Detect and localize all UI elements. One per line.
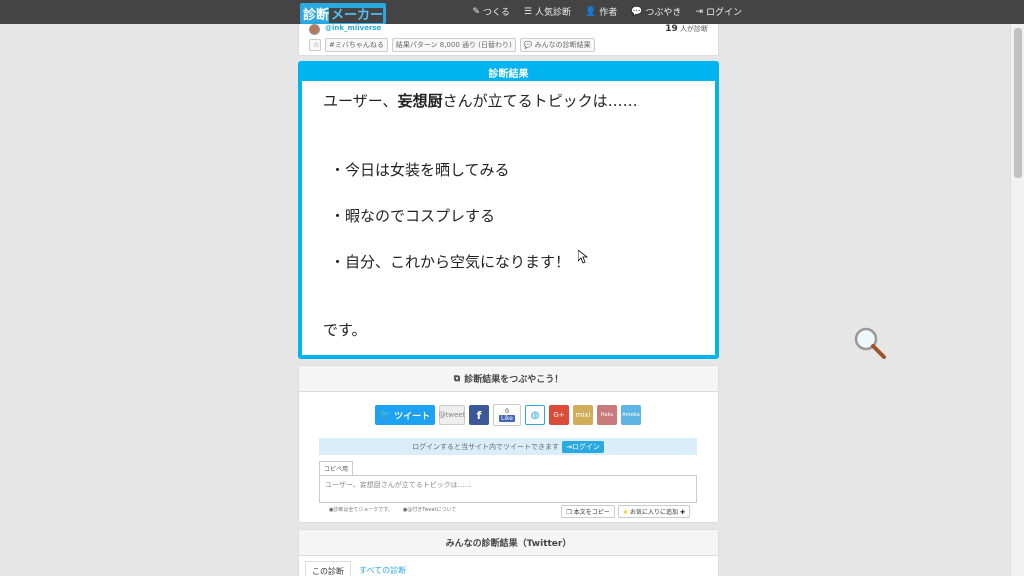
nav-item-author[interactable]: 👤 作者 xyxy=(584,5,618,19)
count-suffix: 人が診断 xyxy=(680,25,708,33)
like-count: 0 xyxy=(505,408,509,415)
copy-textarea[interactable] xyxy=(319,475,697,503)
share-header: ⧉ 診断結果をつぶやこう！ xyxy=(299,366,718,392)
list-icon: ☰ xyxy=(523,6,532,17)
login-button[interactable]: ⇥ログイン xyxy=(562,440,604,453)
result-item-3: ・自分、これから空気になります！ xyxy=(330,253,571,271)
tab-all-diagnoses[interactable]: すべての診断 xyxy=(353,561,412,576)
share-header-text: 診断結果をつぶやこう！ xyxy=(464,375,564,385)
twitter-bird-icon: 🐦 xyxy=(379,410,392,420)
intro-suffix: さんが立てるトピックは…… xyxy=(442,92,638,110)
like-label: Like xyxy=(499,415,515,422)
result-item-2: ・暇なのでコスプレする xyxy=(330,207,496,225)
line-share-button[interactable]: ◍ xyxy=(525,405,545,425)
logo-text-main: 診断 xyxy=(303,8,330,23)
tweet-label: ツイート xyxy=(394,411,431,422)
intro-prefix: ユーザー、 xyxy=(323,92,398,110)
copy-tab[interactable]: コピペ用 xyxy=(319,461,354,475)
joke-note[interactable]: ●診断は全てジョークです。 xyxy=(329,506,393,513)
avatar[interactable] xyxy=(309,24,320,35)
scrollbar-thumb[interactable] xyxy=(1014,28,1022,178)
share-icon: ⧉ xyxy=(453,373,461,384)
result-content: ユーザー、妄想厨さんが立てるトピックは…… ・今日は女装を晒してみる ・暇なので… xyxy=(302,81,715,355)
copy-button-label: 本文をコピー xyxy=(573,509,610,516)
comment-icon: 💬 xyxy=(523,41,533,49)
user-name: 妄想厨 xyxy=(397,92,443,110)
page-scrollbar[interactable] xyxy=(1010,24,1024,576)
result-title: 診断結果 xyxy=(488,69,529,80)
nav-item-label: つくる xyxy=(483,8,510,18)
logo-text-rest: メーカー xyxy=(329,8,384,23)
favorite-button-label: お気に入りに追加 xyxy=(630,509,679,516)
result-line-intro: ユーザー、妄想厨さんが立てるトピックは…… xyxy=(323,94,638,109)
everyone-results-label: みんなの診断結果 xyxy=(534,41,591,49)
tag-list: ☆ #ミバちゃんねる 結果パターン 8,000 通り (日替わり) 💬 みんなの… xyxy=(309,38,595,52)
plus-icon: ✚ xyxy=(679,509,685,516)
facebook-like-button[interactable]: 0 Like xyxy=(493,404,521,426)
everyone-results-card: みんなの診断結果（Twitter） この診断 すべての診断 xyxy=(298,529,719,576)
star-icon: ★ xyxy=(622,509,629,516)
nav-item-label: ログイン xyxy=(705,8,742,18)
facebook-share-button[interactable]: f xyxy=(469,405,489,425)
everyone-results-link[interactable]: 💬 みんなの診断結果 xyxy=(519,38,595,52)
tab-this-diagnosis[interactable]: この診断 xyxy=(305,561,351,576)
nav-item-popular[interactable]: ☰ 人気診断 xyxy=(523,5,571,19)
nav-item-label: 作者 xyxy=(599,8,618,18)
login-prompt: ログインすると当サイト内でツイートできます ⇥ログイン xyxy=(319,438,697,455)
add-favorite-button[interactable]: ★ お気に入りに追加 ✚ xyxy=(617,505,690,518)
mouse-cursor-icon xyxy=(578,250,588,264)
nav-item-label: 人気診断 xyxy=(534,8,571,18)
nav-item-create[interactable]: ✎ つくる xyxy=(472,5,510,19)
login-icon: ⇥ xyxy=(695,6,703,17)
copy-text-button[interactable]: ❐ 本文をコピー xyxy=(561,505,615,518)
hashtag-tag[interactable]: #ミバちゃんねる xyxy=(325,38,388,52)
diagnosis-count: 19 人が診断 xyxy=(665,24,708,34)
result-closing: です。 xyxy=(323,321,367,339)
author-card: @ink_miiverse 19 人が診断 ☆ #ミバちゃんねる 結果パターン … xyxy=(298,24,719,56)
site-logo[interactable]: 診断 メーカー xyxy=(300,3,387,24)
result-box: 診断結果 ユーザー、妄想厨さんが立てるトピックは…… ・今日は女装を晒してみる … xyxy=(298,61,719,359)
nav-item-login[interactable]: ⇥ ログイン xyxy=(695,5,742,19)
mixi-button[interactable]: mixi xyxy=(573,405,593,425)
share-notes: ●診断は全てジョークです。 ●@付きTweetについて xyxy=(329,506,457,513)
user-icon: 👤 xyxy=(584,6,597,17)
login-prompt-text: ログインすると当サイト内でツイートできます xyxy=(412,442,560,451)
ameba-button[interactable]: Ameba xyxy=(621,405,641,425)
nav-item-tweets[interactable]: 💬 つぶやき xyxy=(631,5,682,19)
everyone-results-header: みんなの診断結果（Twitter） xyxy=(299,530,718,556)
results-tabs: この診断 すべての診断 xyxy=(305,561,412,576)
nav-menu: ✎ つくる ☰ 人気診断 👤 作者 💬 つぶやき ⇥ ログイン xyxy=(472,5,743,19)
comment-icon: 💬 xyxy=(631,6,643,17)
star-icon[interactable]: ☆ xyxy=(309,39,321,51)
hatena-button[interactable]: Haku xyxy=(597,405,617,425)
at-tweet-note[interactable]: ●@付きTweetについて xyxy=(403,506,457,513)
edit-icon: ✎ xyxy=(472,6,481,17)
nav-item-label: つぶやき xyxy=(645,8,682,18)
login-button-label: ログイン xyxy=(571,442,600,451)
copy-icon: ❐ xyxy=(566,509,572,516)
tweet-button[interactable]: 🐦 ツイート xyxy=(375,405,435,425)
share-card: ⧉ 診断結果をつぶやこう！ 🐦 ツイート @tweet f 0 Like ◍ G… xyxy=(298,365,719,523)
count-number: 19 xyxy=(665,24,678,34)
author-handle[interactable]: @ink_miiverse xyxy=(325,24,381,32)
share-buttons: 🐦 ツイート @tweet f 0 Like ◍ G+ mixi Haku Am… xyxy=(375,404,641,426)
copy-buttons: ❐ 本文をコピー ★ お気に入りに追加 ✚ xyxy=(561,505,690,518)
google-plus-button[interactable]: G+ xyxy=(549,405,569,425)
magnifier-icon[interactable] xyxy=(852,325,888,361)
at-tweet-button[interactable]: @tweet xyxy=(439,405,465,425)
top-nav-bar: 診断 メーカー ✎ つくる ☰ 人気診断 👤 作者 💬 つぶやき ⇥ ログイン xyxy=(0,0,1024,24)
result-item-1: ・今日は女装を晒してみる xyxy=(330,161,510,179)
pattern-count-tag: 結果パターン 8,000 通り (日替わり) xyxy=(391,38,516,52)
